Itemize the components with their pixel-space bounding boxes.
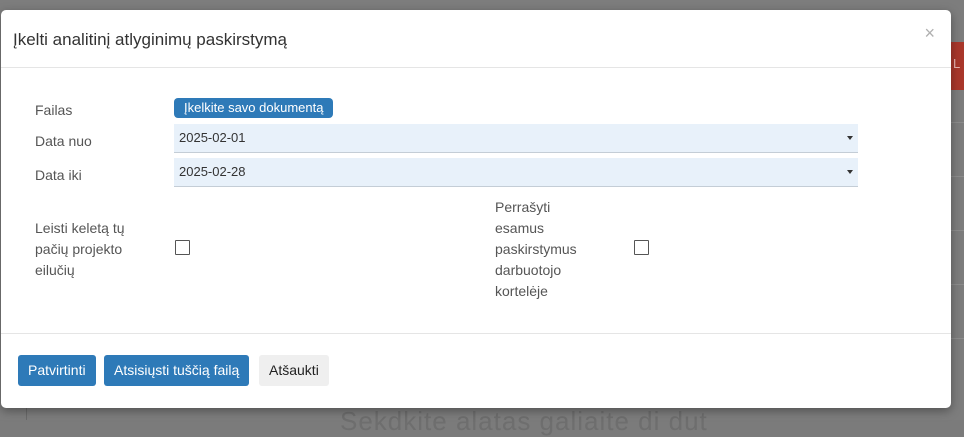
- confirm-button[interactable]: Patvirtinti: [18, 355, 96, 386]
- caret-down-icon: [847, 136, 853, 140]
- allow-multiple-checkbox[interactable]: [175, 240, 190, 255]
- background-heading-partial: Sekdkite alatas galiaite di dut: [340, 406, 708, 436]
- overwrite-label-line: esamus: [495, 220, 545, 236]
- date-from-value: 2025-02-01: [179, 130, 246, 145]
- upload-distribution-modal: Įkelti analitinį atlyginimų paskirstymą …: [1, 10, 951, 408]
- overwrite-label-line: Perrašyti: [495, 199, 551, 215]
- allow-multiple-label: Leisti keletą tų pačių projekto eilučių: [35, 218, 125, 281]
- date-from-label: Data nuo: [35, 133, 92, 149]
- overwrite-label-line: darbuotojo: [495, 262, 562, 278]
- upload-document-button[interactable]: Įkelkite savo dokumentą: [174, 98, 334, 118]
- modal-title: Įkelti analitinį atlyginimų paskirstymą: [13, 30, 287, 49]
- allow-multiple-label-line: eilučių: [35, 262, 75, 278]
- modal-body: Failas Įkelkite savo dokumentą Data nuo …: [1, 68, 951, 334]
- modal-header: Įkelti analitinį atlyginimų paskirstymą …: [1, 10, 951, 68]
- modal-footer: Patvirtinti Atsisiųsti tuščią failą Atša…: [1, 334, 951, 407]
- caret-down-icon: [847, 170, 853, 174]
- close-icon[interactable]: ×: [924, 24, 935, 42]
- overwrite-label-line: paskirstymus: [495, 241, 577, 257]
- allow-multiple-label-line: pačių projekto: [35, 241, 123, 257]
- overwrite-checkbox[interactable]: [634, 240, 649, 255]
- cancel-button[interactable]: Atšaukti: [259, 355, 329, 386]
- download-empty-file-button[interactable]: Atsisiųsti tuščią failą: [104, 355, 250, 386]
- date-to-select[interactable]: 2025-02-28: [174, 158, 858, 187]
- date-from-select[interactable]: 2025-02-01: [174, 124, 858, 153]
- overwrite-label: Perrašyti esamus paskirstymus darbuotojo…: [495, 197, 577, 302]
- background-button-text: L: [953, 56, 961, 71]
- allow-multiple-label-line: Leisti keletą tų: [35, 220, 125, 236]
- file-label: Failas: [35, 102, 73, 118]
- date-to-label: Data iki: [35, 167, 82, 183]
- date-to-value: 2025-02-28: [179, 164, 246, 179]
- overwrite-label-line: kortelėje: [495, 283, 548, 299]
- background-divider: [26, 408, 27, 420]
